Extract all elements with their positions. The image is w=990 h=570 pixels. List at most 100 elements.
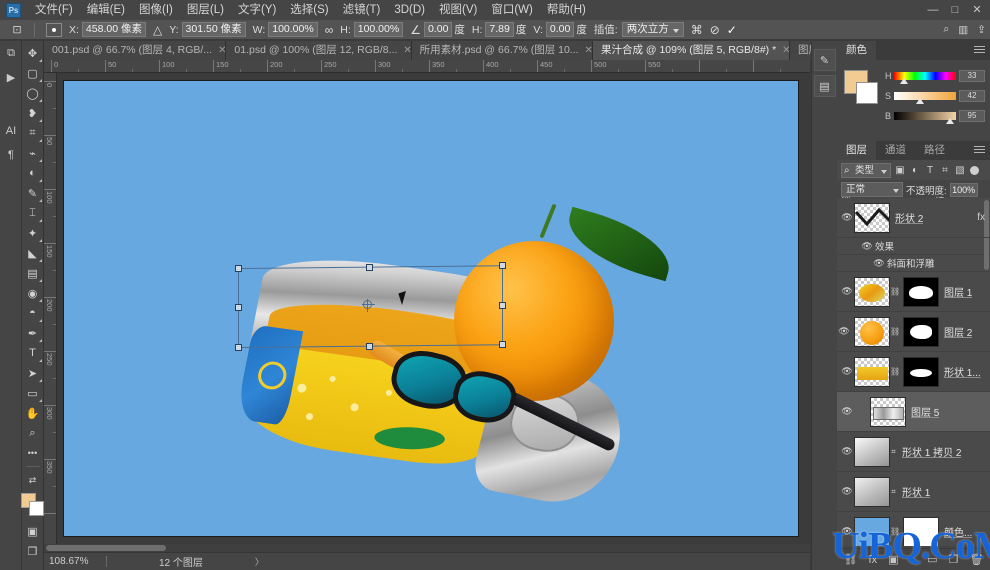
- layer-mask-thumbnail[interactable]: [903, 356, 939, 387]
- layer-mask-thumbnail[interactable]: [903, 276, 939, 307]
- close-icon[interactable]: ✕: [585, 41, 592, 60]
- skew-v-input[interactable]: 0.00: [545, 22, 575, 37]
- history-brush-tool[interactable]: ✦: [23, 223, 43, 243]
- layer-name[interactable]: 图层 2: [944, 324, 972, 339]
- layer-thumbnail[interactable]: [854, 516, 890, 546]
- zoom-tool[interactable]: ⌕: [23, 423, 43, 443]
- path-selection-tool[interactable]: ➤: [23, 363, 43, 383]
- layer-name[interactable]: 形状 1...: [944, 364, 981, 379]
- blend-mode-select[interactable]: 正常: [841, 182, 903, 197]
- height-input[interactable]: 100.00%: [353, 22, 404, 37]
- color-swatches[interactable]: [20, 493, 45, 517]
- saturation-value[interactable]: 42: [959, 90, 985, 102]
- menu-item-help[interactable]: 帮助(H): [540, 0, 593, 20]
- hand-tool[interactable]: ✋: [23, 403, 43, 423]
- transform-handle-mr[interactable]: [499, 302, 506, 309]
- document-tab-01[interactable]: 01.psd @ 100% (图层 12, RGB/8... ✕: [226, 41, 412, 60]
- document-tab-juice-composite[interactable]: 果汁合成 @ 109% (图层 5, RGB/8#) * ✕: [592, 41, 790, 60]
- layer-style-icon[interactable]: fx: [869, 554, 878, 566]
- lasso-tool[interactable]: ◯: [23, 83, 43, 103]
- vector-mask-icon[interactable]: ⌗: [890, 447, 897, 457]
- zoom-level[interactable]: 108.67%: [44, 556, 106, 567]
- layer-visibility-icon[interactable]: 👁: [840, 526, 854, 537]
- maintain-aspect-ratio-icon[interactable]: ∞: [325, 23, 334, 37]
- panel-menu-icon[interactable]: [974, 46, 985, 55]
- tab-paths[interactable]: 路径: [915, 141, 954, 160]
- layer-thumbnail[interactable]: [854, 276, 890, 307]
- tab-layers[interactable]: 图层: [837, 141, 876, 160]
- mask-link-icon[interactable]: ⛓: [890, 327, 900, 336]
- menu-item-image[interactable]: 图像(I): [132, 0, 180, 20]
- filter-toggle-switch[interactable]: [970, 165, 979, 175]
- maximize-button[interactable]: □: [944, 0, 966, 20]
- layer-thumbnail[interactable]: [854, 202, 890, 233]
- layer-visibility-icon[interactable]: 👁: [840, 212, 854, 223]
- close-button[interactable]: ✕: [966, 0, 988, 20]
- document-tab-materials[interactable]: 所用素材.psd @ 66.7% (图层 10... ✕: [411, 41, 593, 60]
- layer-row-layer1[interactable]: 👁 ⛓ 图层 1: [837, 272, 990, 312]
- hue-slider-track[interactable]: [894, 72, 956, 84]
- menu-item-select[interactable]: 选择(S): [283, 0, 335, 20]
- layer-thumbnail[interactable]: [854, 476, 890, 507]
- properties-panel-icon[interactable]: ▤: [813, 75, 836, 97]
- layer-name[interactable]: 形状 1 拷贝 2: [902, 444, 961, 459]
- delete-layer-icon[interactable]: 🗑: [969, 553, 983, 566]
- layer-visibility-icon[interactable]: 👁: [840, 366, 854, 377]
- transform-handle-bc[interactable]: [366, 343, 373, 350]
- background-color-swatch[interactable]: [28, 501, 44, 516]
- mask-link-icon[interactable]: ⛓: [890, 287, 900, 296]
- edit-toolbar-button[interactable]: •••: [23, 443, 43, 463]
- document-tab-001[interactable]: 001.psd @ 66.7% (图层 4, RGB/... ✕: [44, 41, 227, 60]
- effects-visibility-icon[interactable]: 👁: [859, 241, 875, 252]
- transform-reference-point[interactable]: [362, 299, 375, 312]
- filter-pixel-icon[interactable]: ▣: [894, 163, 906, 177]
- layer-visibility-icon[interactable]: 👁: [840, 286, 854, 297]
- document-area[interactable]: [57, 73, 810, 552]
- new-group-icon[interactable]: ▭: [927, 553, 937, 566]
- layer-row-shape2[interactable]: 👁 形状 2 fx: [837, 198, 990, 238]
- gradient-tool[interactable]: ▤: [23, 263, 43, 283]
- layer-mask-thumbnail[interactable]: [903, 316, 939, 347]
- mask-link-icon[interactable]: ⛓: [890, 367, 900, 376]
- close-icon[interactable]: ✕: [782, 41, 789, 60]
- commit-transform-icon[interactable]: ✓: [727, 23, 737, 37]
- eraser-tool[interactable]: ◣: [23, 243, 43, 263]
- background-color-swatch[interactable]: [856, 82, 878, 104]
- effect-visibility-icon[interactable]: 👁: [871, 258, 887, 269]
- blur-tool[interactable]: ◉: [23, 283, 43, 303]
- color-slider-saturation[interactable]: S 42: [885, 86, 985, 106]
- menu-item-window[interactable]: 窗口(W): [484, 0, 540, 20]
- swap-colors-icon[interactable]: ⇄: [23, 470, 43, 490]
- brush-presets-panel-icon[interactable]: ✎: [813, 49, 836, 71]
- color-slider-brightness[interactable]: B 95: [885, 106, 985, 126]
- layer-mask-thumbnail[interactable]: [903, 516, 939, 546]
- eyedropper-tool[interactable]: ⌁: [23, 143, 43, 163]
- brightness-slider-track[interactable]: [894, 112, 956, 124]
- layer-thumbnail[interactable]: [854, 316, 890, 347]
- close-icon[interactable]: ✕: [218, 41, 225, 60]
- transform-handle-tl[interactable]: [235, 265, 242, 272]
- brightness-value[interactable]: 95: [959, 110, 985, 122]
- y-input[interactable]: 301.50 像素: [181, 22, 246, 37]
- layer-row-shape1[interactable]: 👁 ⌗ 形状 1: [837, 472, 990, 512]
- quick-selection-tool[interactable]: ❥: [23, 103, 43, 123]
- skew-h-input[interactable]: 7.89: [485, 22, 514, 37]
- menu-item-filter[interactable]: 滤镜(T): [336, 0, 388, 20]
- layer-visibility-icon[interactable]: 👁: [837, 326, 851, 337]
- cancel-transform-icon[interactable]: ⊘: [710, 23, 720, 37]
- layer-thumbnail[interactable]: [854, 356, 890, 387]
- saturation-slider-track[interactable]: [894, 92, 956, 104]
- width-input[interactable]: 100.00%: [268, 22, 318, 37]
- transform-handle-ml[interactable]: [235, 304, 242, 311]
- transform-handle-tc[interactable]: [366, 264, 373, 271]
- layer-visibility-icon[interactable]: 👁: [840, 406, 854, 417]
- crop-tool[interactable]: ⌗: [23, 123, 43, 143]
- marquee-tool[interactable]: ▢: [23, 63, 43, 83]
- quick-mask-icon[interactable]: ▣: [23, 521, 43, 541]
- new-layer-icon[interactable]: ❐: [949, 553, 959, 566]
- transform-bounding-box[interactable]: [64, 81, 798, 536]
- arrange-icon[interactable]: ⧉: [0, 41, 22, 65]
- link-layers-icon[interactable]: ⛓: [844, 553, 858, 566]
- layer-name[interactable]: 图层 5: [911, 404, 939, 419]
- play-icon[interactable]: ▶: [0, 65, 22, 89]
